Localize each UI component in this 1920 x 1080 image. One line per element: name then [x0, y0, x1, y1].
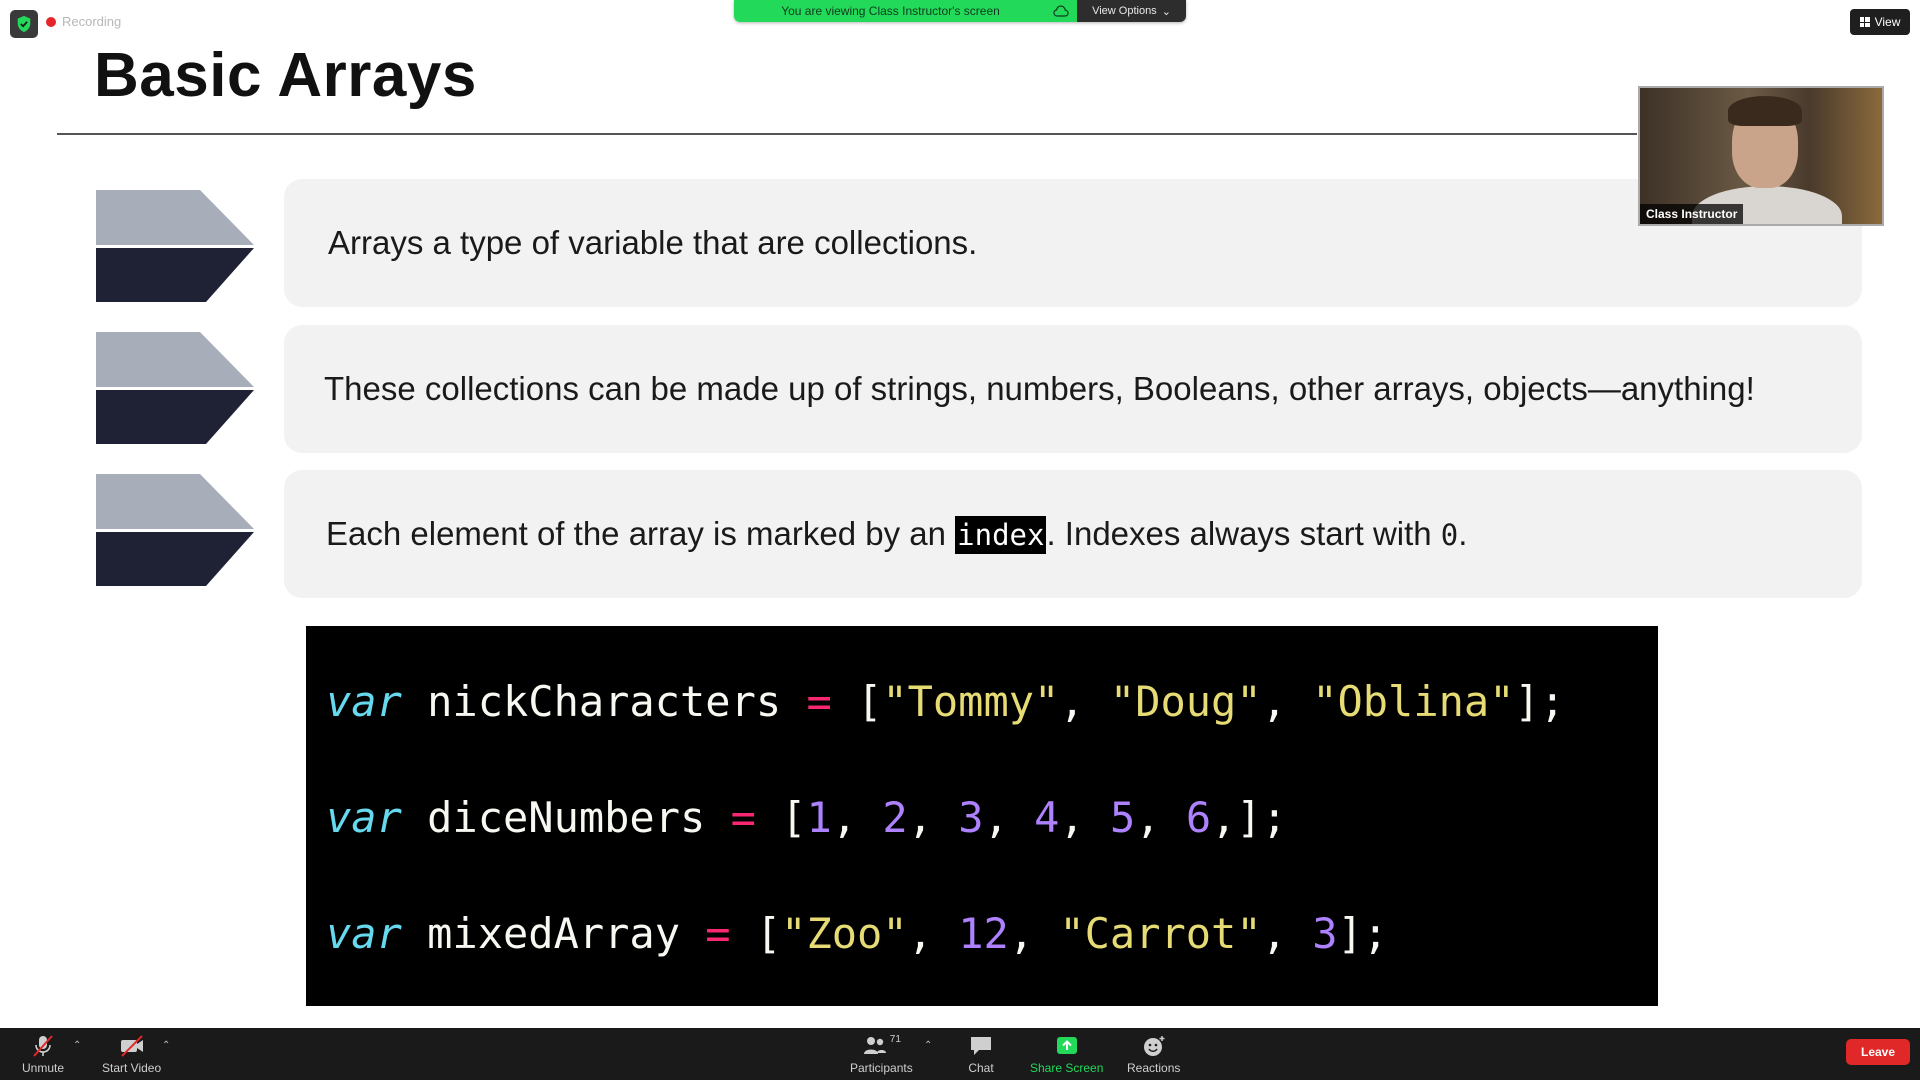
code-line: var diceNumbers = [1, 2, 3, 4, 5, 6,]; — [326, 793, 1287, 842]
caret-up-icon[interactable]: ⌃ — [924, 1040, 932, 1051]
bullet-box: These collections can be made up of stri… — [284, 325, 1862, 453]
participants-label: Participants — [850, 1061, 913, 1075]
view-button-label: View — [1874, 15, 1901, 29]
recording-label: Recording — [62, 14, 122, 29]
chevron-down-icon: ⌄ — [1161, 5, 1171, 18]
viewing-banner: You are viewing Class Instructor's scree… — [734, 0, 1186, 22]
slide-title: Basic Arrays — [94, 41, 477, 110]
chevron-bullet-icon — [96, 190, 254, 302]
view-options-label: View Options — [1092, 5, 1157, 17]
camera-off-icon — [120, 1035, 143, 1057]
bullet-text-part: Each element of the array is marked by a… — [326, 515, 956, 552]
code-line: var nickCharacters = ["Tommy", "Doug", "… — [326, 677, 1566, 726]
view-button[interactable]: View — [1850, 9, 1910, 35]
recording-indicator[interactable]: Recording — [46, 14, 121, 29]
leave-button[interactable]: Leave — [1846, 1039, 1910, 1065]
participants-icon — [863, 1037, 886, 1054]
bullet-box: Each element of the array is marked by a… — [284, 470, 1862, 598]
unmute-label: Unmute — [22, 1061, 65, 1075]
bullet-text: These collections can be made up of stri… — [324, 370, 1755, 407]
start-video-button[interactable]: Start Video — [102, 1034, 161, 1075]
inline-code-index: index — [955, 516, 1047, 554]
participants-count: 71 — [889, 1034, 901, 1045]
grid-icon — [1859, 17, 1870, 27]
viewing-message: You are viewing Class Instructor's scree… — [734, 0, 1077, 22]
code-block: var nickCharacters = ["Tommy", "Doug", "… — [306, 626, 1658, 1006]
recording-dot-icon — [46, 16, 56, 27]
cloud-icon — [1053, 5, 1069, 17]
share-screen-button[interactable]: Share Screen — [1030, 1034, 1103, 1075]
chevron-bullet-icon — [96, 332, 254, 444]
share-screen-label: Share Screen — [1030, 1061, 1104, 1075]
caret-up-icon[interactable]: ⌃ — [162, 1040, 170, 1051]
video-person-hair — [1728, 96, 1802, 126]
microphone-muted-icon — [33, 1035, 53, 1057]
bullet-text: Arrays a type of variable that are colle… — [328, 224, 978, 261]
chevron-bullet-icon — [96, 474, 254, 586]
chat-button[interactable]: Chat — [968, 1034, 994, 1075]
caret-up-icon[interactable]: ⌃ — [73, 1040, 81, 1051]
code-line: var mixedArray = ["Zoo", 12, "Carrot", 3… — [326, 909, 1389, 958]
video-participant-name: Class Instructor — [1640, 204, 1744, 224]
view-options-button[interactable]: View Options ⌄ — [1077, 0, 1186, 22]
viewing-message-text: You are viewing Class Instructor's scree… — [781, 4, 1000, 18]
bullet-text-part: . Indexes always start with — [1046, 515, 1441, 552]
video-tile[interactable]: Class Instructor — [1638, 86, 1884, 226]
bullet-text: Each element of the array is marked by a… — [326, 515, 1468, 554]
reactions-label: Reactions — [1127, 1061, 1181, 1075]
bullet-box: Arrays a type of variable that are colle… — [284, 179, 1862, 307]
reactions-button[interactable]: Reactions — [1127, 1034, 1180, 1075]
security-shield-icon[interactable] — [10, 10, 38, 38]
reactions-smiley-icon — [1143, 1036, 1165, 1056]
inline-code-zero: 0 — [1440, 518, 1459, 552]
title-divider — [57, 133, 1637, 135]
chat-label: Chat — [968, 1061, 994, 1075]
start-video-label: Start Video — [102, 1061, 162, 1075]
meeting-toolbar: Unmute ⌃ Start Video ⌃ 71 Participants ⌃… — [0, 1028, 1920, 1080]
bullet-text-part: . — [1458, 515, 1468, 552]
unmute-button[interactable]: Unmute — [22, 1034, 64, 1075]
chat-icon — [971, 1037, 991, 1055]
share-screen-icon — [1056, 1037, 1077, 1054]
participants-button[interactable]: 71 Participants — [850, 1034, 913, 1075]
